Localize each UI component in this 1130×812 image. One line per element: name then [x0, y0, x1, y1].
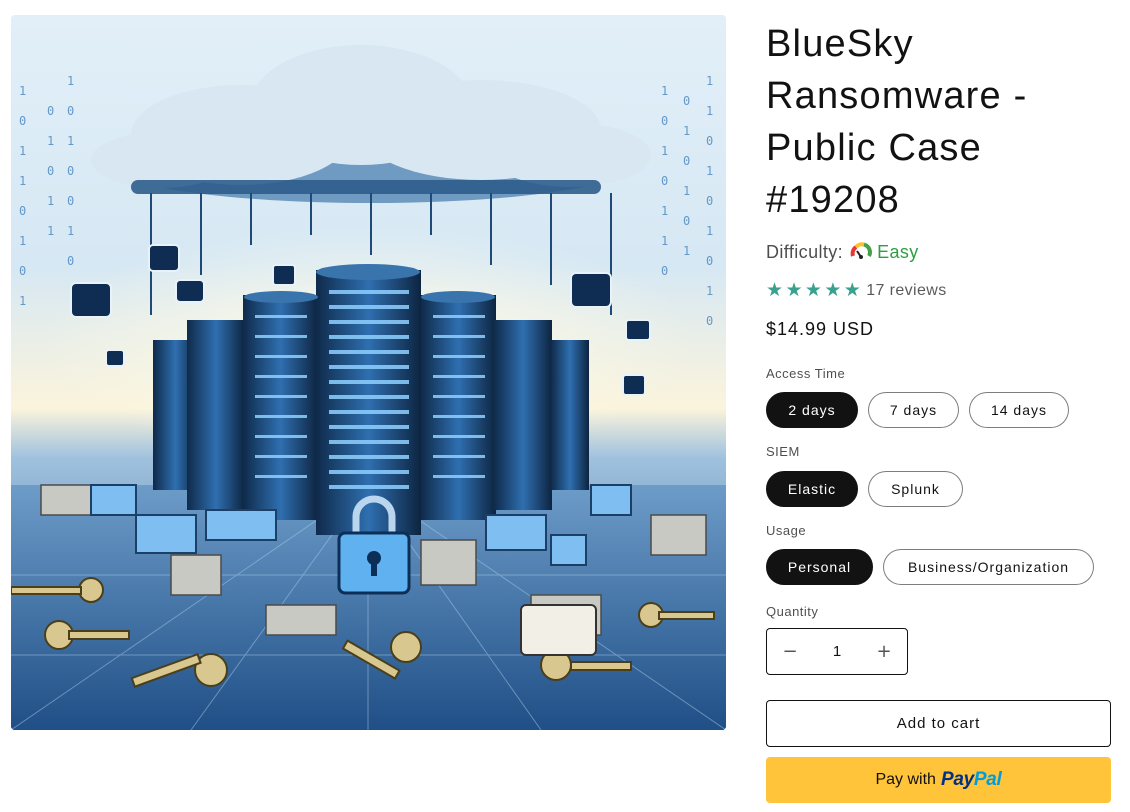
svg-text:0: 0: [67, 164, 74, 178]
star-icon: ★: [843, 279, 862, 301]
access-time-label: Access Time: [766, 366, 846, 381]
option-business-organization[interactable]: Business/Organization: [883, 549, 1094, 585]
svg-text:1: 1: [683, 124, 690, 138]
access-time-options: 2 days 7 days 14 days: [766, 392, 1069, 428]
svg-text:1: 1: [706, 164, 713, 178]
gauge-icon: [850, 241, 873, 263]
star-icon: ★: [785, 279, 803, 301]
svg-text:1: 1: [47, 194, 54, 208]
svg-text:0: 0: [19, 114, 26, 128]
svg-text:1: 1: [683, 184, 690, 198]
svg-text:0: 0: [47, 164, 54, 178]
svg-text:1: 1: [67, 134, 74, 148]
rating[interactable]: ★ ★ ★ ★ ★ 17 reviews: [766, 281, 947, 300]
svg-text:0: 0: [19, 204, 26, 218]
ransomware-illustration: 10110101 01011 1010010 1010110 010101 11…: [11, 15, 726, 730]
option-7-days[interactable]: 7 days: [868, 392, 959, 428]
svg-text:1: 1: [19, 84, 26, 98]
svg-text:0: 0: [683, 94, 690, 108]
svg-text:0: 0: [706, 314, 713, 328]
svg-text:1: 1: [661, 234, 668, 248]
price: $14.99 USD: [766, 319, 875, 339]
option-splunk[interactable]: Splunk: [868, 471, 963, 507]
svg-text:0: 0: [67, 194, 74, 208]
svg-text:1: 1: [67, 224, 74, 238]
svg-text:1: 1: [706, 104, 713, 118]
svg-text:0: 0: [67, 254, 74, 268]
svg-text:0: 0: [683, 154, 690, 168]
svg-text:1: 1: [661, 204, 668, 218]
siem-options: Elastic Splunk: [766, 471, 963, 507]
product-title: BlueSky Ransomware - Public Case #19208: [766, 23, 1028, 221]
difficulty-label: Difficulty:: [766, 241, 844, 262]
siem-label: SIEM: [766, 444, 800, 459]
svg-text:1: 1: [19, 234, 26, 248]
option-2-days[interactable]: 2 days: [766, 392, 858, 428]
svg-text:0: 0: [683, 214, 690, 228]
svg-text:1: 1: [706, 284, 713, 298]
option-personal[interactable]: Personal: [766, 549, 873, 585]
svg-text:1: 1: [683, 244, 690, 258]
svg-text:0: 0: [706, 254, 713, 268]
svg-text:1: 1: [19, 294, 26, 308]
star-icon: ★: [766, 279, 784, 301]
star-icon: ★: [804, 279, 823, 301]
paypal-button[interactable]: Pay with PayPal: [766, 757, 1111, 803]
increase-quantity-button[interactable]: +: [861, 629, 907, 674]
svg-text:0: 0: [47, 104, 54, 118]
usage-label: Usage: [766, 523, 807, 538]
svg-text:0: 0: [706, 134, 713, 148]
svg-text:0: 0: [661, 114, 668, 128]
paypal-logo: PayPal: [940, 769, 1002, 790]
add-to-cart-button[interactable]: Add to cart: [766, 700, 1111, 747]
quantity-input[interactable]: 1: [813, 643, 861, 660]
svg-text:0: 0: [19, 264, 26, 278]
svg-text:1: 1: [67, 74, 74, 88]
quantity-label: Quantity: [766, 604, 819, 619]
difficulty-row: Difficulty: Easy: [766, 241, 919, 263]
svg-text:0: 0: [706, 194, 713, 208]
usage-options: Personal Business/Organization: [766, 549, 1094, 585]
svg-text:1: 1: [706, 74, 713, 88]
svg-text:1: 1: [47, 134, 54, 148]
svg-text:0: 0: [67, 104, 74, 118]
svg-text:1: 1: [47, 224, 54, 238]
svg-text:1: 1: [19, 144, 26, 158]
star-rating: ★ ★ ★ ★ ★: [766, 281, 861, 300]
reviews-count[interactable]: 17 reviews: [866, 282, 946, 300]
difficulty-value: Easy: [877, 241, 919, 262]
option-14-days[interactable]: 14 days: [969, 392, 1069, 428]
paypal-prefix: Pay with: [875, 771, 936, 788]
svg-text:0: 0: [661, 174, 668, 188]
svg-text:1: 1: [661, 144, 668, 158]
svg-text:0: 0: [661, 264, 668, 278]
decrease-quantity-button[interactable]: −: [767, 629, 813, 674]
svg-text:1: 1: [19, 174, 26, 188]
star-icon: ★: [824, 279, 842, 301]
svg-text:1: 1: [706, 224, 713, 238]
quantity-stepper: − 1 +: [766, 628, 908, 675]
option-elastic[interactable]: Elastic: [766, 471, 858, 507]
svg-text:1: 1: [661, 84, 668, 98]
product-image[interactable]: 10110101 01011 1010010 1010110 010101 11…: [11, 15, 726, 730]
